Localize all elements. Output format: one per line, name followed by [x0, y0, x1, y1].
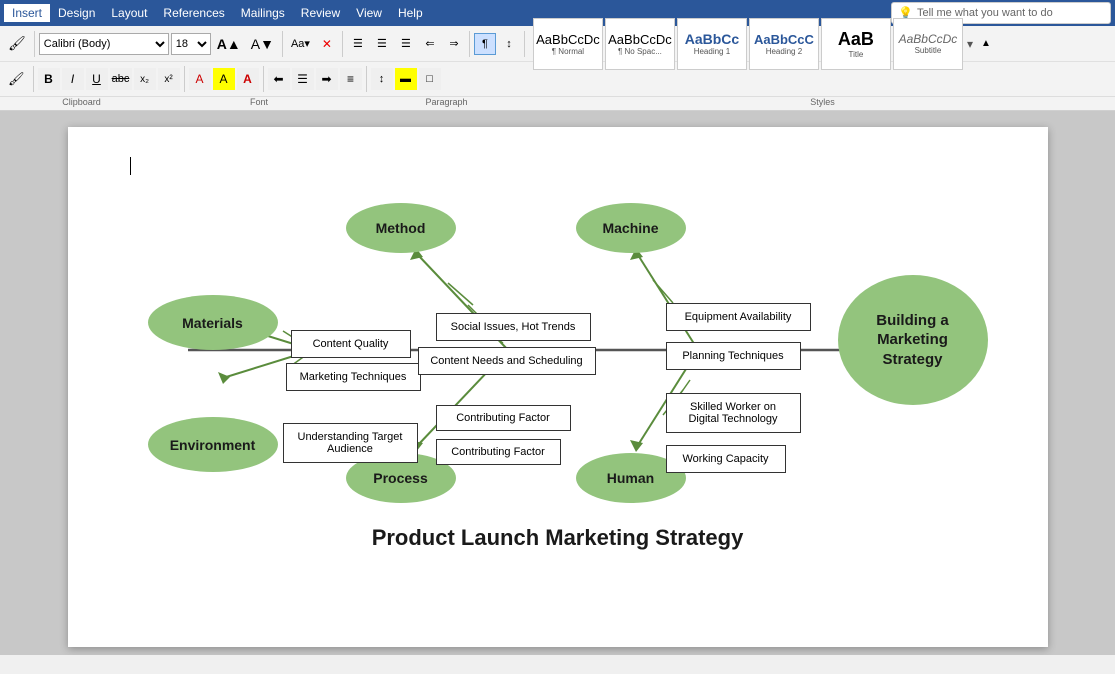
style-heading1[interactable]: AaBbCc Heading 1 — [677, 18, 747, 70]
divider1 — [34, 31, 35, 57]
divider7 — [184, 66, 185, 92]
social-issues-box: Social Issues, Hot Trends — [436, 313, 591, 341]
font-size-select[interactable]: 18 — [171, 33, 211, 55]
divider8 — [263, 66, 264, 92]
marketing-techniques-box: Marketing Techniques — [286, 363, 421, 391]
highlight-btn[interactable]: A — [213, 68, 235, 90]
align-right-btn[interactable]: ➡ — [316, 68, 338, 90]
text-color-btn[interactable]: A — [189, 68, 211, 90]
materials-oval: Materials — [148, 295, 278, 350]
style-subtitle[interactable]: AaBbCcDc Subtitle — [893, 18, 963, 70]
working-capacity-box: Working Capacity — [666, 445, 786, 473]
decrease-indent-btn[interactable]: ⇐ — [419, 33, 441, 55]
divider2 — [282, 31, 283, 57]
justify-btn[interactable]: ≡ — [340, 68, 362, 90]
underline-btn[interactable]: U — [86, 68, 108, 90]
divider5 — [524, 31, 525, 57]
styles-section-label: Styles — [534, 97, 1111, 110]
main-oval: Building aMarketingStrategy — [838, 275, 988, 405]
styles-more-arrow[interactable]: ▾ — [967, 37, 973, 51]
divider6 — [33, 66, 34, 92]
clear-format-btn[interactable]: ✕ — [316, 33, 338, 55]
contributing1-box: Contributing Factor — [436, 405, 571, 431]
font-shrink-btn[interactable]: A▼ — [247, 33, 278, 55]
text-cursor — [130, 157, 131, 175]
content-quality-box: Content Quality — [291, 330, 411, 358]
menu-item-design[interactable]: Design — [50, 4, 103, 22]
increase-indent-btn[interactable]: ⇒ — [443, 33, 465, 55]
font-section-label: Font — [159, 97, 359, 110]
borders-btn[interactable]: □ — [419, 68, 441, 90]
sort-btn[interactable]: ↕ — [498, 33, 520, 55]
format-painter-btn[interactable]: 🖌 — [4, 33, 30, 55]
menu-item-mailings[interactable]: Mailings — [233, 4, 293, 22]
bold-btn[interactable]: B — [38, 68, 60, 90]
style-normal[interactable]: AaBbCcDc ¶ Normal — [533, 18, 603, 70]
change-case-btn[interactable]: Aa▾ — [287, 33, 314, 55]
style-title[interactable]: AaB Title — [821, 18, 891, 70]
menu-item-review[interactable]: Review — [293, 4, 348, 22]
menu-item-layout[interactable]: Layout — [103, 4, 155, 22]
paragraph-section-label: Paragraph — [359, 97, 534, 110]
ribbon: 🖌 Calibri (Body) 18 A▲ A▼ Aa▾ ✕ ☰ ☰ ☰ ⇐ … — [0, 26, 1115, 111]
show-hide-btn[interactable]: ¶ — [474, 33, 496, 55]
style-nospace[interactable]: AaBbCcDc ¶ No Spac... — [605, 18, 675, 70]
italic-btn[interactable]: I — [62, 68, 84, 90]
align-center-btn[interactable]: ☰ — [292, 68, 314, 90]
subscript-btn[interactable]: x₂ — [134, 68, 156, 90]
menu-item-help[interactable]: Help — [390, 4, 431, 22]
font-name-select[interactable]: Calibri (Body) — [39, 33, 169, 55]
menu-item-references[interactable]: References — [155, 4, 232, 22]
ribbon-expand-btn[interactable]: ▲ — [975, 33, 997, 55]
doc-page: Materials Method Machine Environment Pro… — [68, 127, 1048, 647]
machine-oval: Machine — [576, 203, 686, 253]
styles-gallery: AaBbCcDc ¶ Normal AaBbCcDc ¶ No Spac... … — [533, 18, 973, 70]
divider3 — [342, 31, 343, 57]
numbering-btn[interactable]: ☰ — [371, 33, 393, 55]
font-color-btn[interactable]: A — [237, 68, 259, 90]
equipment-box: Equipment Availability — [666, 303, 811, 331]
font-grow-btn[interactable]: A▲ — [213, 33, 245, 55]
format-painter-sm-btn[interactable]: 🖌 — [4, 68, 29, 90]
strikethrough-btn[interactable]: abc — [110, 68, 132, 90]
doc-area: Materials Method Machine Environment Pro… — [0, 111, 1115, 655]
menu-item-view[interactable]: View — [348, 4, 390, 22]
line-spacing-btn[interactable]: ↕ — [371, 68, 393, 90]
method-oval: Method — [346, 203, 456, 253]
doc-title: Product Launch Marketing Strategy — [128, 525, 988, 551]
content-needs-box: Content Needs and Scheduling — [418, 347, 596, 375]
environment-oval: Environment — [148, 417, 278, 472]
shading-btn[interactable]: ▬ — [395, 68, 417, 90]
contributing2-box: Contributing Factor — [436, 439, 561, 465]
bullets-btn[interactable]: ☰ — [347, 33, 369, 55]
superscript-btn[interactable]: x² — [158, 68, 180, 90]
align-left-btn[interactable]: ⬅ — [268, 68, 290, 90]
fishbone-diagram: Materials Method Machine Environment Pro… — [128, 195, 988, 495]
multilevel-btn[interactable]: ☰ — [395, 33, 417, 55]
style-heading2[interactable]: AaBbCcC Heading 2 — [749, 18, 819, 70]
planning-box: Planning Techniques — [666, 342, 801, 370]
divider4 — [469, 31, 470, 57]
understanding-target-box: Understanding TargetAudience — [283, 423, 418, 463]
skilled-worker-box: Skilled Worker onDigital Technology — [666, 393, 801, 433]
clipboard-section-label: Clipboard — [4, 97, 159, 110]
menu-item-insert[interactable]: Insert — [4, 4, 50, 22]
divider9 — [366, 66, 367, 92]
